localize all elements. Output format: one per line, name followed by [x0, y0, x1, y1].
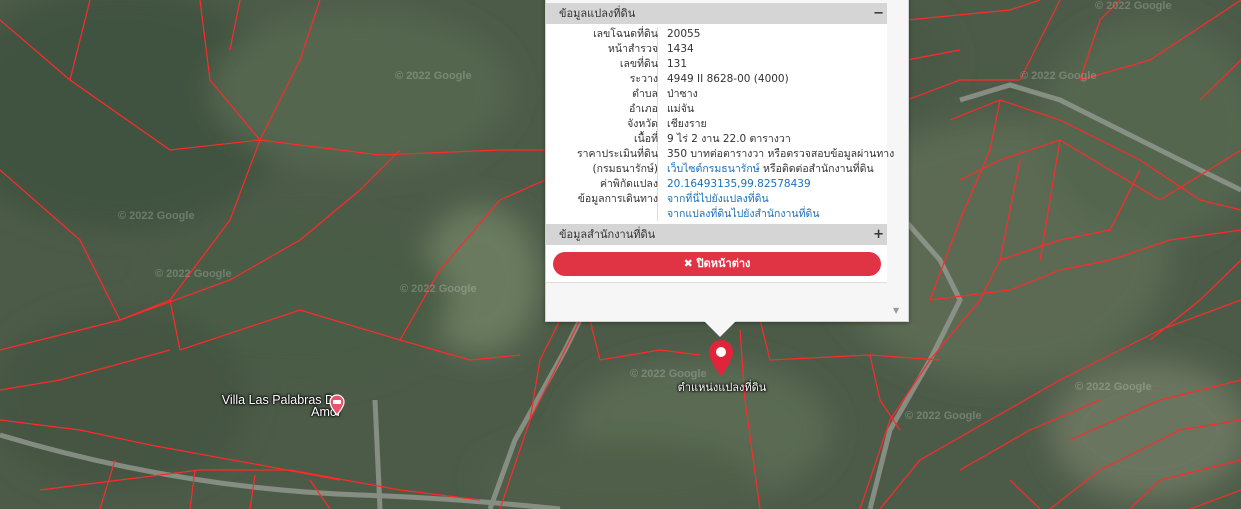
info-row-appraised-price: ราคาประเมินที่ดิน 350 บาทต่อตารางวา หรือ… [546, 147, 894, 162]
row-label: ตำบล [632, 88, 658, 100]
info-row-subdistrict: ตำบล ป่าซาง [546, 87, 887, 102]
popup-footer: ✖ ปิดหน้าต่าง [546, 245, 887, 283]
row-label: จังหวัด [627, 118, 658, 130]
row-label: อำเภอ [628, 103, 658, 115]
row-label: (กรมธนารักษ์) [592, 163, 658, 175]
info-row-treasury: (กรมธนารักษ์) เว็บไซต์กรมธนารักษ์ หรือติ… [546, 162, 887, 177]
row-value: 131 [667, 58, 688, 70]
close-window-button[interactable]: ✖ ปิดหน้าต่าง [553, 252, 881, 276]
parcel-marker-icon[interactable] [707, 339, 735, 381]
row-value: 350 บาทต่อตารางวา หรือตรวจสอบข้อมูลผ่านท… [667, 148, 895, 160]
info-row-map-sheet: ระวาง 4949 II 8628-00 (4000) [546, 72, 887, 87]
info-row-district: อำเภอ แม่จัน [546, 102, 887, 117]
scroll-down-arrow-icon[interactable]: ▼ [893, 306, 899, 315]
row-label: เนื้อที่ [634, 133, 658, 145]
info-row-coordinates: ค่าพิกัดแปลง 20.16493135,99.82578439 [546, 177, 887, 192]
row-value: เว็บไซต์กรมธนารักษ์ หรือติดต่อสำนักงานที… [667, 162, 874, 177]
info-row-province: จังหวัด เชียงราย [546, 117, 887, 132]
info-row-deed-number: เลขโฉนดที่ดิน 20055 [546, 27, 887, 42]
row-value: 1434 [667, 43, 694, 55]
section-title: ข้อมูลแปลงที่ดิน [559, 7, 636, 20]
treasury-website-link[interactable]: เว็บไซต์กรมธนารักษ์ [667, 163, 760, 175]
directions-to-parcel-link[interactable]: จากที่นี่ไปยังแปลงที่ดิน [667, 192, 769, 207]
section-header-land-office[interactable]: ข้อมูลสำนักงานที่ดิน + [546, 224, 887, 245]
info-row-directions: ข้อมูลการเดินทาง จากที่นี่ไปยังแปลงที่ดิ… [546, 192, 887, 207]
row-label: ราคาประเมินที่ดิน [576, 148, 658, 160]
row-label: ระวาง [629, 73, 658, 85]
info-row-survey-page: หน้าสำรวจ 1434 [546, 42, 887, 57]
expand-icon[interactable]: + [873, 224, 884, 245]
place-label-villa[interactable]: Villa Las Palabras De Amor [217, 394, 341, 419]
collapse-icon[interactable]: − [873, 3, 884, 24]
row-label: เลขที่ดิน [619, 58, 658, 70]
row-value: 20055 [667, 28, 701, 40]
directions-to-office-link[interactable]: จากแปลงที่ดินไปยังสำนักงานที่ดิน [667, 207, 820, 222]
coordinates-link[interactable]: 20.16493135,99.82578439 [667, 177, 811, 192]
info-row-land-number: เลขที่ดิน 131 [546, 57, 887, 72]
hotel-pin-icon[interactable] [328, 394, 346, 420]
row-value: 9 ไร่ 2 งาน 22.0 ตารางวา [667, 133, 791, 145]
row-label: ค่าพิกัดแปลง [599, 178, 658, 190]
section-title: ข้อมูลสำนักงานที่ดิน [559, 228, 656, 241]
row-value: ป่าซาง [667, 88, 698, 100]
info-row-area: เนื้อที่ 9 ไร่ 2 งาน 22.0 ตารางวา [546, 132, 887, 147]
info-row-directions-office: จากแปลงที่ดินไปยังสำนักงานที่ดิน [546, 207, 887, 222]
row-value: เชียงราย [667, 118, 707, 130]
row-label: เลขโฉนดที่ดิน [593, 28, 658, 40]
contact-text: หรือติดต่อสำนักงานที่ดิน [759, 163, 874, 175]
row-label: ข้อมูลการเดินทาง [577, 193, 658, 205]
parcel-info-table: เลขโฉนดที่ดิน 20055 หน้าสำรวจ 1434 เลขที… [546, 24, 894, 224]
parcel-location-label: ตำแหน่งแปลงที่ดิน [677, 381, 767, 394]
row-label: หน้าสำรวจ [608, 43, 658, 55]
row-value: 4949 II 8628-00 (4000) [667, 73, 789, 85]
section-header-parcel-info[interactable]: ข้อมูลแปลงที่ดิน − [546, 3, 887, 24]
popup-pointer [702, 319, 738, 337]
row-value: แม่จัน [667, 103, 695, 115]
